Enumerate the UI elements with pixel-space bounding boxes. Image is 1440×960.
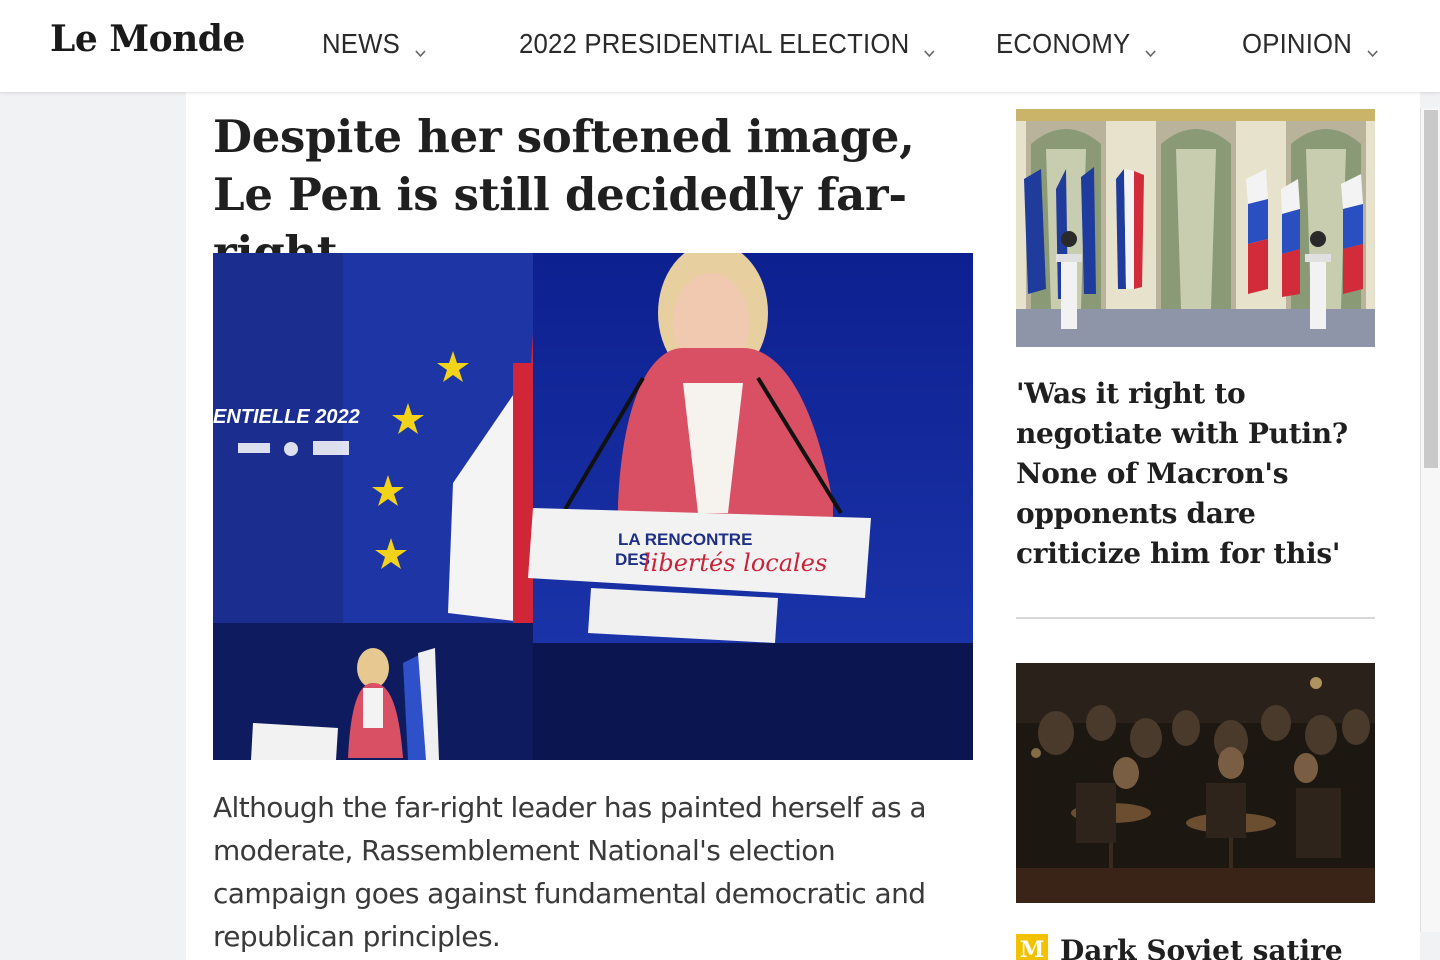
chevron-down-icon [413,36,428,58]
side-article-1-title[interactable]: 'Was it right to negotiate with Putin? N… [1016,374,1386,574]
article-divider [1016,617,1375,619]
rally-banner-text: ENTIELLE 2022 [213,406,360,428]
dark-cafe-audience-photo [1016,663,1375,903]
page-scrollbar[interactable] [1420,108,1440,932]
side-article-2-title-row[interactable]: M Dark Soviet satire [1016,930,1396,960]
le-monde-premium-badge-icon: M [1016,934,1048,960]
kremlin-press-conference-photo [1016,109,1375,347]
le-monde-logo[interactable]: Le Monde [50,18,245,60]
le-pen-rally-photo: ENTIELLE 2022 LA RENCONTRE DES libertés … [213,253,973,760]
nav-presidential-election[interactable]: 2022 PRESIDENTIAL ELECTION [519,28,937,60]
scrollbar-thumb[interactable] [1424,110,1438,468]
side-article-2-title: Dark Soviet satire [1060,933,1343,960]
chevron-down-icon [922,36,937,58]
side-articles: 'Was it right to negotiate with Putin? N… [1000,92,1420,960]
top-navigation: Le Monde NEWS 2022 PRESIDENTIAL ELECTION… [0,0,1440,92]
side-article-1-image[interactable] [1016,109,1375,347]
nav-presidential-election-label: 2022 PRESIDENTIAL ELECTION [519,28,910,59]
article-hero-image[interactable]: ENTIELLE 2022 LA RENCONTRE DES libertés … [213,253,973,760]
chevron-down-icon [1143,36,1158,58]
nav-news-label: NEWS [322,28,401,59]
podium-sign-script: libertés locales [643,549,827,577]
article-standfirst: Although the far-right leader has painte… [213,791,926,953]
nav-economy[interactable]: ECONOMY [996,28,1158,60]
nav-news[interactable]: NEWS [322,28,428,60]
nav-economy-label: ECONOMY [996,28,1131,59]
nav-opinion-label: OPINION [1242,28,1353,59]
podium-sign-line1: LA RENCONTRE [618,530,752,549]
main-article: Despite her softened image, Le Pen is st… [186,92,1000,960]
chevron-down-icon [1365,36,1380,58]
side-article-2-image[interactable] [1016,663,1375,903]
nav-opinion[interactable]: OPINION [1242,28,1380,60]
